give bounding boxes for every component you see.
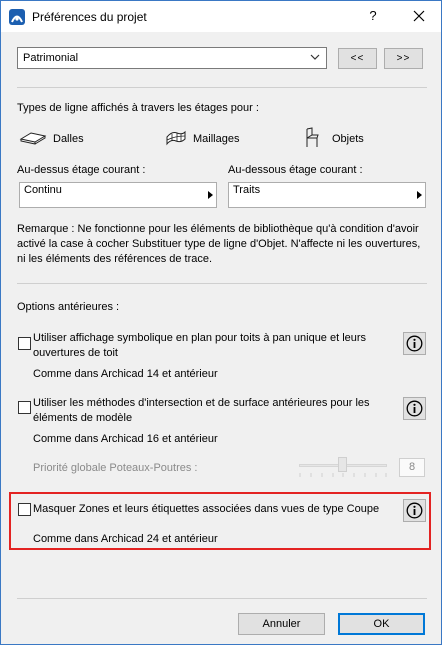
intersection-option-info-button[interactable] [403,397,426,420]
project-preferences-dialog: Préférences du projet ? Patrimonial << >… [0,0,442,645]
hide-zones-in-sections-checkbox[interactable] [18,503,31,516]
archicad-app-icon [9,9,25,25]
preset-dropdown[interactable]: Patrimonial [17,47,327,69]
slab-icon [19,132,47,145]
ok-button[interactable]: OK [338,613,425,635]
divider [17,283,427,284]
triangle-right-icon [208,191,213,199]
hide-zones-in-sections-label: Masquer Zones et leurs étiquettes associ… [33,503,380,515]
chevron-down-icon [310,54,320,60]
line-types-heading: Types de ligne affichés à travers les ét… [17,102,259,114]
help-button[interactable]: ? [363,8,383,26]
mesh-icon [166,130,186,146]
above-line-type-value: Continu [24,184,62,196]
roof-symbolic-display-checkbox[interactable] [18,337,31,350]
info-icon [406,335,423,352]
triangle-right-icon [417,191,422,199]
info-icon [406,400,423,417]
next-preset-button[interactable]: >> [384,48,423,69]
below-story-label: Au-dessous étage courant : [228,164,363,176]
info-icon [406,502,423,519]
legacy-intersection-checkbox[interactable] [18,401,31,414]
roof-option-info-button[interactable] [403,332,426,355]
below-line-type-picker[interactable]: Traits [228,182,426,208]
objects-label: Objets [332,133,364,145]
preset-value: Patrimonial [23,52,79,64]
zones-option-info-button[interactable] [403,499,426,522]
slider-ticks [299,473,387,477]
line-type-note: Remarque : Ne fonctionne pour les élémen… [17,223,421,265]
divider [17,87,427,88]
close-button[interactable] [401,5,437,27]
chair-object-icon [306,127,319,147]
cancel-button[interactable]: Annuler [238,613,325,635]
close-icon [413,10,425,22]
title-bar: Préférences du projet ? [1,1,441,32]
window-title: Préférences du projet [32,10,147,24]
priority-slider-thumb[interactable] [338,457,347,472]
zones-option-version-note: Comme dans Archicad 24 et antérieur [33,533,218,545]
divider [17,598,427,599]
legacy-intersection-label: Utiliser les méthodes d'intersection et … [33,397,370,424]
intersection-option-version-note: Comme dans Archicad 16 et antérieur [33,433,218,445]
roof-symbolic-display-label: Utiliser affichage symbolique en plan po… [33,332,367,359]
below-line-type-value: Traits [233,184,261,196]
previous-preset-button[interactable]: << [338,48,377,69]
above-line-type-picker[interactable]: Continu [19,182,217,208]
legacy-options-heading: Options antérieures : [17,301,120,313]
roof-option-version-note: Comme dans Archicad 14 et antérieur [33,368,218,380]
column-beam-priority-label: Priorité globale Poteaux-Poutres : [33,462,198,474]
above-story-label: Au-dessus étage courant : [17,164,146,176]
meshes-label: Maillages [193,133,240,145]
priority-value-field[interactable]: 8 [399,458,425,477]
slabs-label: Dalles [53,133,84,145]
